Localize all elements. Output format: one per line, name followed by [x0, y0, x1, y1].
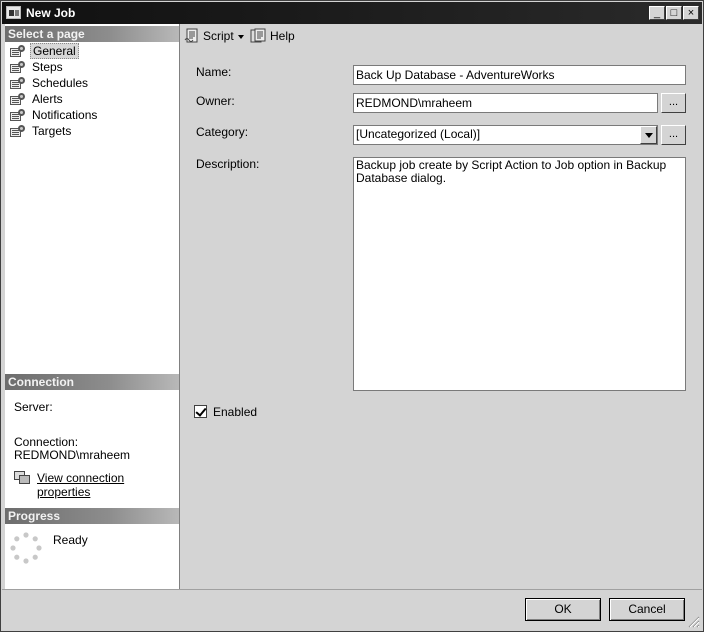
help-icon	[250, 28, 266, 43]
minimize-button[interactable]: _	[649, 6, 665, 20]
progress-spinner-icon	[10, 532, 42, 564]
description-field[interactable]: Backup job create by Script Action to Jo…	[353, 157, 686, 391]
owner-field[interactable]	[353, 93, 658, 113]
title-bar[interactable]: New Job _ □ ×	[2, 2, 702, 24]
help-label: Help	[270, 29, 295, 43]
window-title: New Job	[26, 6, 76, 20]
progress-status: Ready	[53, 533, 88, 547]
left-panel: Select a page General Steps Schedules Al…	[5, 24, 180, 589]
connection-header: Connection	[5, 374, 179, 390]
connection-label: Connection:	[14, 435, 79, 449]
script-label: Script	[203, 29, 234, 43]
sidebar-item-label: Schedules	[32, 76, 89, 90]
resize-grip-icon[interactable]	[688, 616, 700, 628]
category-label: Category:	[196, 125, 249, 139]
sidebar-item-label: Alerts	[32, 92, 63, 106]
dropdown-arrow-icon[interactable]	[640, 126, 657, 144]
app-icon	[6, 6, 21, 19]
owner-browse-button[interactable]: ...	[661, 93, 686, 113]
sidebar-item-label: Steps	[32, 60, 63, 74]
sidebar-item-steps[interactable]: Steps	[9, 59, 169, 75]
sidebar-item-label: Notifications	[32, 108, 98, 122]
sidebar-item-alerts[interactable]: Alerts	[9, 91, 169, 107]
select-page-header: Select a page	[5, 26, 179, 42]
enabled-checkbox[interactable]	[194, 405, 207, 418]
page-wrench-icon	[9, 45, 25, 58]
server-label: Server:	[14, 400, 53, 414]
script-icon	[184, 28, 198, 43]
category-value: [Uncategorized (Local)]	[356, 127, 481, 141]
sidebar-item-general[interactable]: General	[9, 43, 169, 59]
page-wrench-icon	[9, 125, 25, 138]
connection-value: REDMOND\mraheem	[14, 448, 131, 462]
description-label: Description:	[196, 157, 260, 171]
sidebar-item-label: General	[30, 43, 79, 59]
chevron-down-icon	[238, 35, 244, 39]
name-label: Name:	[196, 65, 232, 79]
new-job-window: New Job _ □ × Select a page General Step…	[0, 0, 704, 632]
close-button[interactable]: ×	[683, 6, 699, 20]
sidebar-item-label: Targets	[32, 124, 72, 138]
page-wrench-icon	[9, 93, 25, 106]
owner-label: Owner:	[196, 94, 235, 108]
page-wrench-icon	[9, 109, 25, 122]
maximize-button[interactable]: □	[666, 6, 682, 20]
name-field[interactable]	[353, 65, 686, 85]
enabled-label: Enabled	[213, 405, 258, 419]
sidebar-item-schedules[interactable]: Schedules	[9, 75, 169, 91]
category-select[interactable]: [Uncategorized (Local)]	[353, 125, 658, 145]
page-wrench-icon	[9, 61, 25, 74]
sidebar-item-targets[interactable]: Targets	[9, 123, 169, 139]
progress-header: Progress	[5, 508, 179, 524]
connection-properties-icon	[14, 471, 30, 485]
page-wrench-icon	[9, 77, 25, 90]
category-browse-button[interactable]: ...	[661, 125, 686, 145]
ok-button[interactable]: OK	[525, 598, 601, 621]
view-connection-properties-link[interactable]: View connection properties	[37, 471, 179, 499]
sidebar-item-notifications[interactable]: Notifications	[9, 107, 169, 123]
cancel-button[interactable]: Cancel	[609, 598, 685, 621]
